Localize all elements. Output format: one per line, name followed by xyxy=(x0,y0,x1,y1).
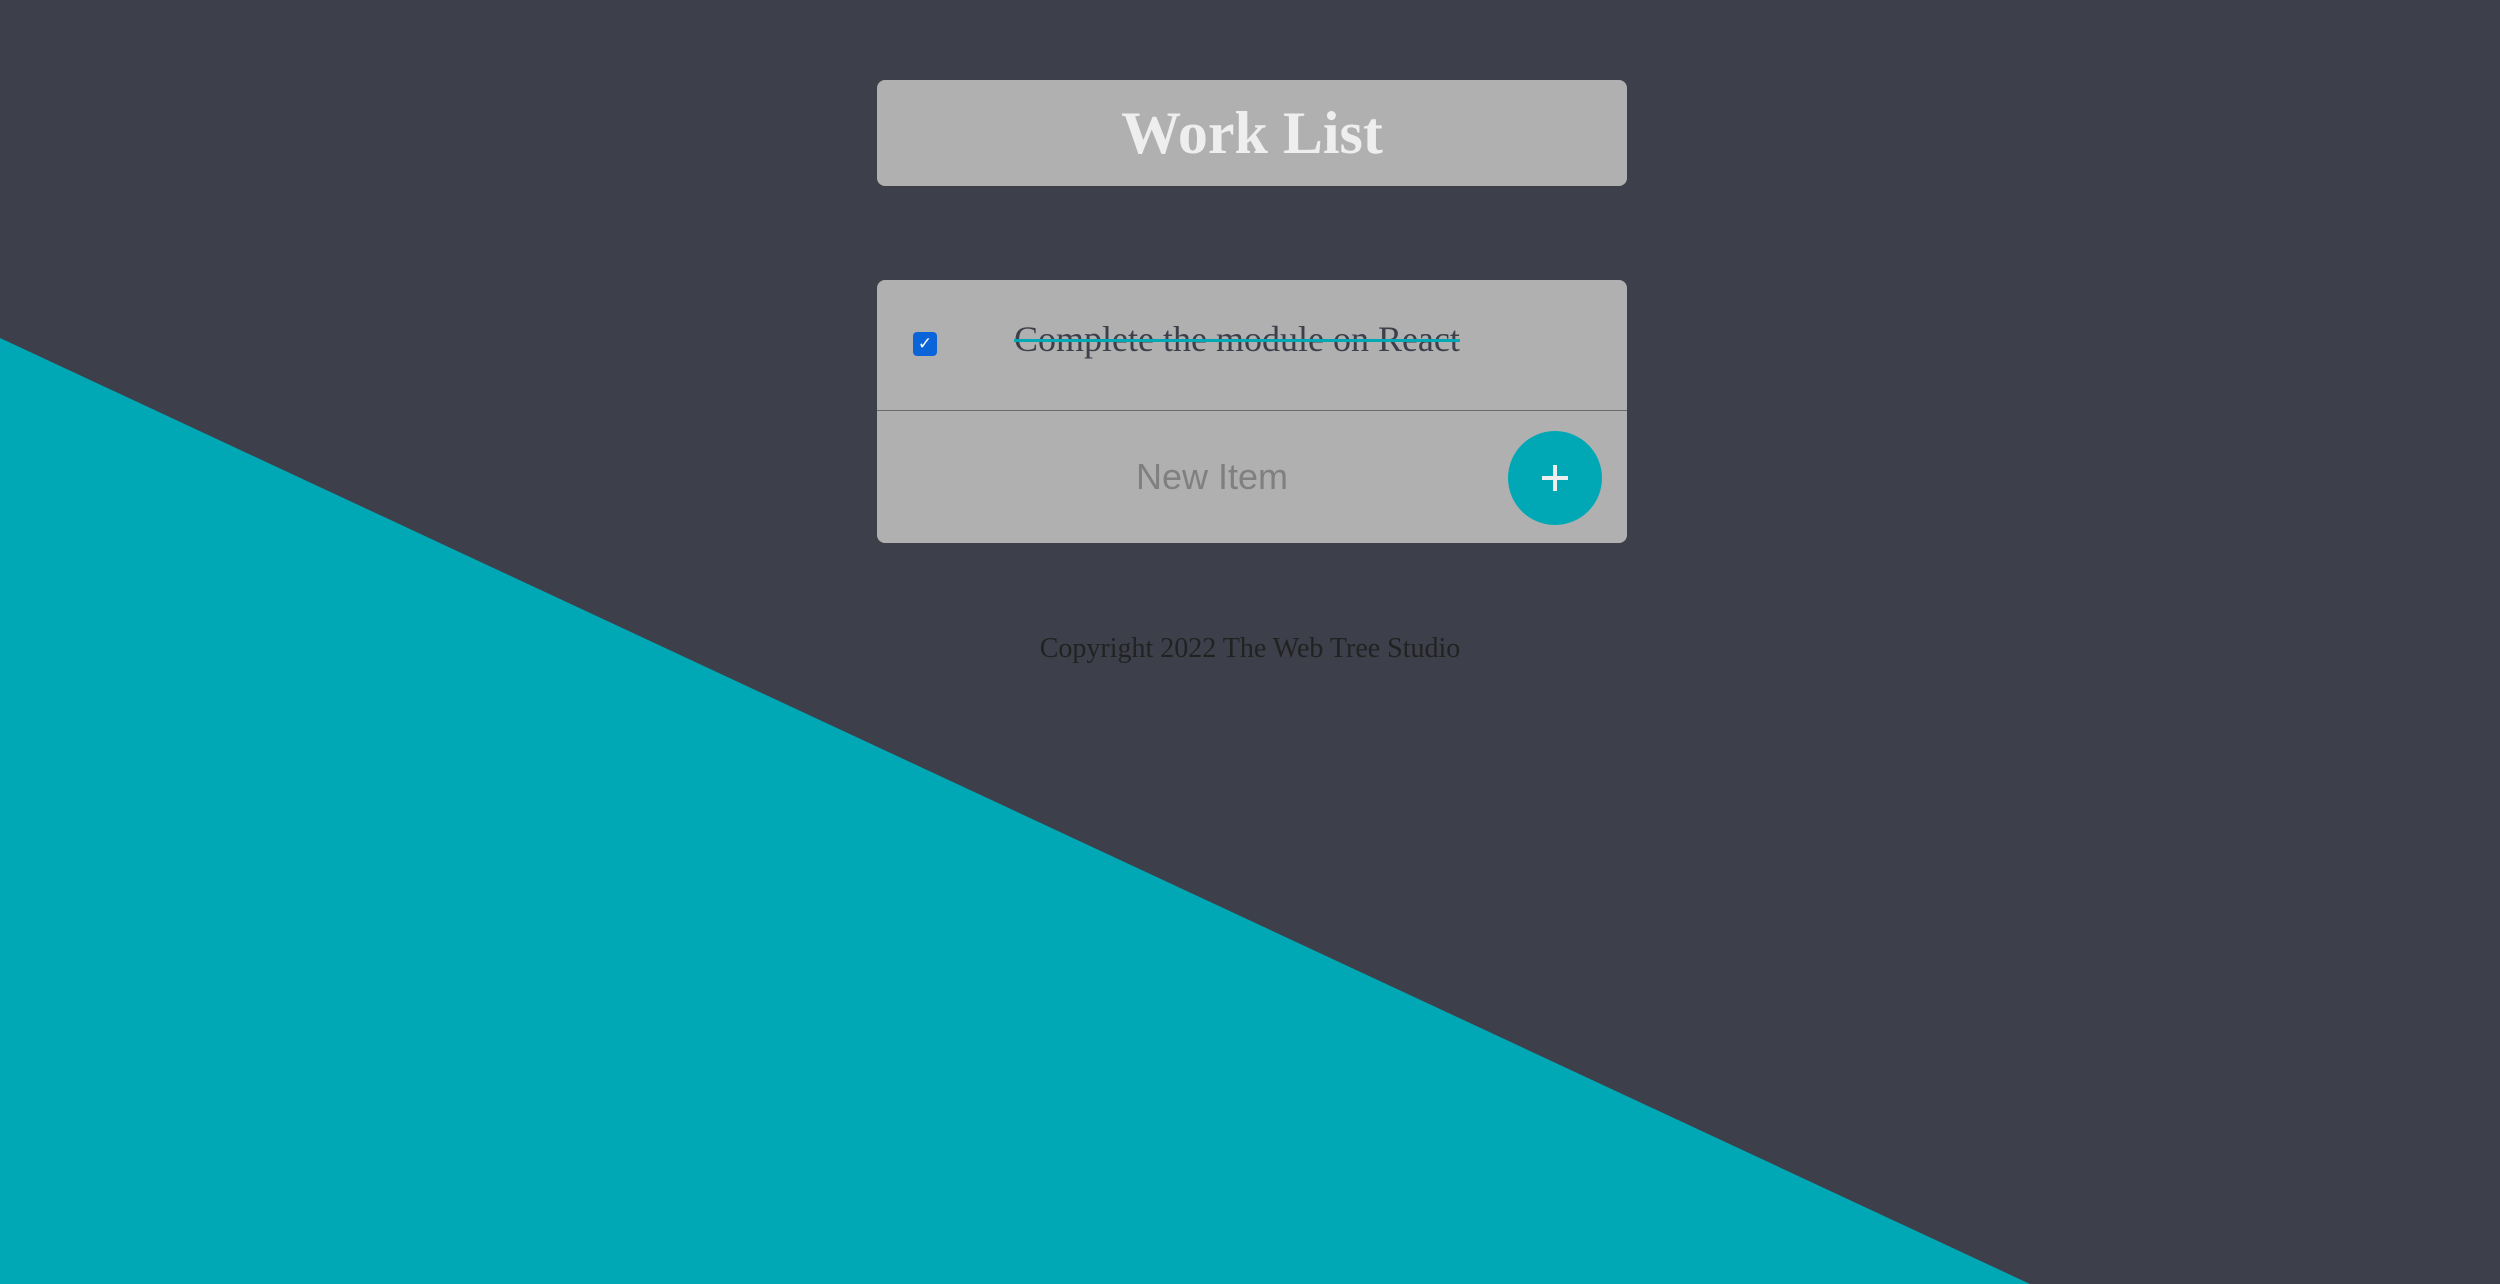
new-item-form xyxy=(877,411,1627,543)
todo-item-text: Complete the module on React xyxy=(1014,319,1460,359)
todo-item: ✓ Complete the module on React xyxy=(877,280,1627,411)
add-item-button[interactable] xyxy=(1508,431,1602,525)
item-checkbox[interactable]: ✓ xyxy=(913,332,937,356)
copyright-text: Copyright 2022 The Web Tree Studio xyxy=(1039,633,1461,664)
footer: Copyright 2022 The Web Tree Studio xyxy=(0,633,2500,665)
todo-card: ✓ Complete the module on React xyxy=(877,280,1627,543)
page-title: Work List xyxy=(1121,99,1383,166)
new-item-input[interactable] xyxy=(922,441,1502,513)
heading-panel: Work List xyxy=(877,80,1627,186)
checkmark-icon: ✓ xyxy=(917,334,933,354)
plus-icon xyxy=(1542,465,1568,491)
